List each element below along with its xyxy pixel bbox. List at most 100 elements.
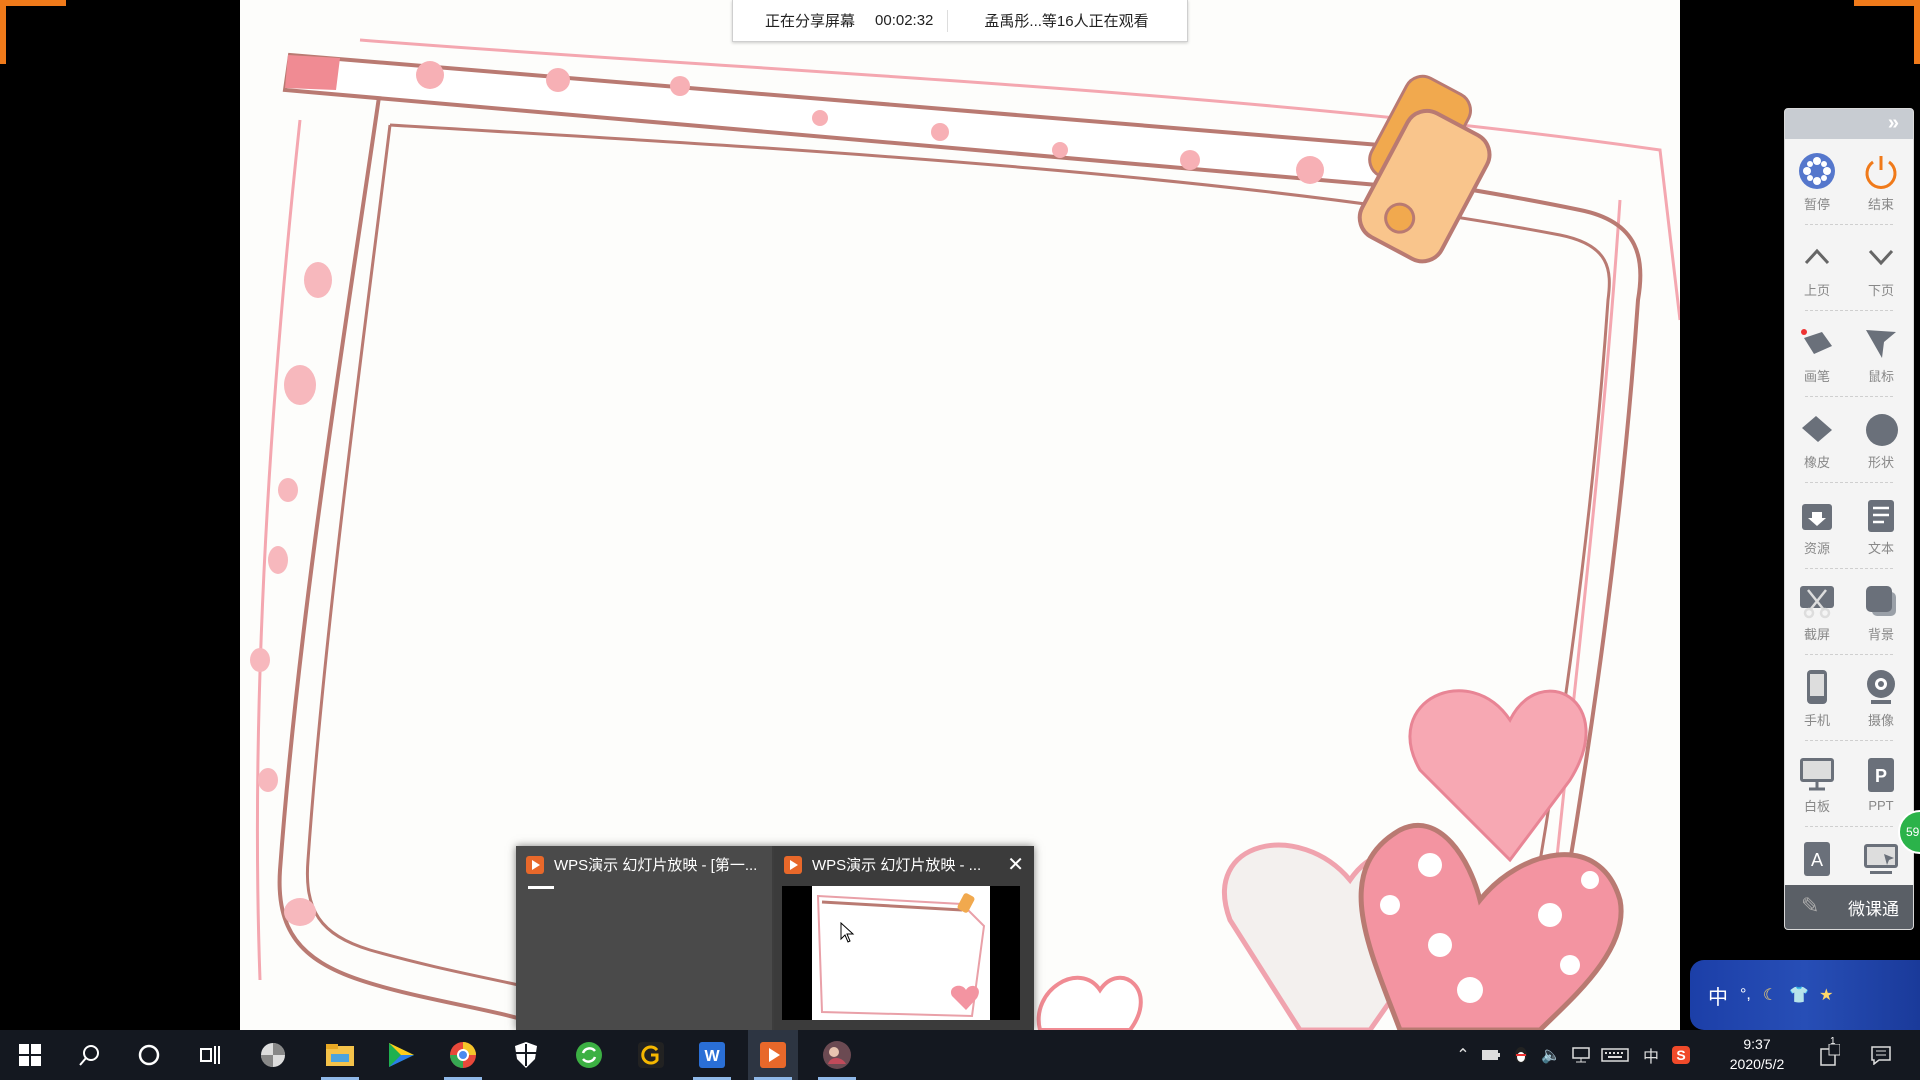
camera-button[interactable]: 摄像 [1854,668,1908,729]
volume-tray-icon[interactable]: 🔈 [1538,1030,1564,1080]
start-button[interactable] [5,1030,55,1080]
notes-count: 1 [1830,1036,1836,1047]
gaming-app-icon [638,1042,664,1068]
chevron-up-icon [1798,238,1836,276]
task-view-button[interactable] [184,1030,234,1080]
qq-tray-icon[interactable] [1508,1030,1534,1080]
taskbar-app-sync[interactable] [564,1030,614,1080]
clock-time: 9:37 [1743,1036,1771,1052]
browser-icon [450,1042,476,1068]
phone-button[interactable]: 手机 [1790,668,1844,729]
ime-toolbar[interactable]: 中 °, ☾ 👕 ★ [1690,960,1920,1030]
taskbar-app-pinwheel[interactable] [248,1030,298,1080]
network-tray-icon[interactable] [1568,1030,1594,1080]
battery-tray-icon[interactable] [1478,1030,1504,1080]
system-clock[interactable]: 9:37 2020/5/2 [1712,1034,1802,1074]
toolbar-row: 画笔 鼠标 [1785,311,1913,397]
punctuation-icon[interactable]: °, [1740,986,1751,1004]
touch-keyboard-tray-icon[interactable] [1598,1030,1632,1080]
whiteboard-icon [1798,754,1836,792]
shape-label: 形状 [1867,454,1894,470]
penguin-icon [1515,1047,1527,1063]
cortana-button[interactable] [124,1030,174,1080]
eraser-label: 橡皮 [1803,454,1830,470]
window-thumbnail[interactable] [782,886,1020,1020]
toolbar-row: 截屏 背景 [1785,569,1913,655]
background-button[interactable]: 背景 [1854,582,1908,643]
window2-title: WPS演示 幻灯片放映 - ... [812,857,982,874]
pen-brand-icon: ✎ [1801,893,1820,918]
pen-button[interactable]: 画笔 [1790,324,1844,385]
close-icon[interactable]: ✕ [1007,852,1024,877]
wps-presentation-icon [760,1042,786,1068]
taskbar-app-wps-writer[interactable]: W [687,1030,737,1080]
chevron-up-icon: ⌃ [1456,1047,1470,1064]
pen-label: 画笔 [1803,368,1830,384]
camera-icon [1862,668,1900,706]
taskbar-app-avatar[interactable] [812,1030,862,1080]
eraser-button[interactable]: 橡皮 [1790,410,1844,471]
scissors-icon [1798,582,1836,620]
svg-text:P: P [1875,766,1887,786]
taskbar-app-gaming[interactable] [626,1030,676,1080]
keyboard-icon [1601,1048,1629,1062]
next-page-label: 下页 [1867,282,1894,298]
tray-overflow-button[interactable]: ⌃ [1450,1030,1476,1080]
whiteboard-button[interactable]: 白板 [1790,754,1844,815]
resource-button[interactable]: 资源 [1790,496,1844,557]
text-button[interactable]: 文本 [1854,496,1908,557]
action-center-button[interactable] [1864,1030,1898,1080]
next-page-button[interactable]: 下页 [1854,238,1908,299]
cursor-icon [840,922,855,943]
search-button[interactable] [64,1030,114,1080]
taskbar-app-wps-presentation[interactable] [748,1030,798,1080]
whiteboard-label: 白板 [1803,798,1830,814]
mouse-button[interactable]: 鼠标 [1854,324,1908,385]
double-chevron-right-icon[interactable]: » [1888,113,1899,133]
action-center-icon [1871,1046,1891,1065]
screen-share-banner: 正在分享屏幕 00:02:32 孟禹彤...等16人正在观看 [732,0,1188,42]
camera-label: 摄像 [1867,712,1894,728]
taskbar-app-browser[interactable] [438,1030,488,1080]
wps-presentation-icon [784,855,802,874]
video-player-icon [389,1043,414,1067]
taskbar-app-security[interactable] [501,1030,551,1080]
notes-tray-icon[interactable]: 1 [1814,1030,1844,1080]
ppt-button[interactable]: P PPT [1854,756,1908,813]
resource-label: 资源 [1803,540,1830,556]
input-language-indicator[interactable]: 中 [1638,1030,1664,1080]
exam-icon: A [1798,840,1836,878]
shape-button[interactable]: 形状 [1854,410,1908,471]
screenshot-button[interactable]: 截屏 [1790,582,1844,643]
divider [947,9,949,32]
star-icon[interactable]: ★ [1819,985,1833,1005]
chevron-down-icon [1862,238,1900,276]
ime-language[interactable]: 中 [1708,981,1728,1010]
share-timer: 00:02:32 [875,12,934,29]
window-preview-1[interactable]: WPS演示 幻灯片放映 - [第一... [516,846,772,1030]
shirt-icon[interactable]: 👕 [1789,985,1809,1005]
cortana-icon [138,1044,160,1066]
moon-icon[interactable]: ☾ [1763,985,1777,1005]
search-icon [79,1045,99,1066]
pause-button[interactable]: 暂停 [1790,152,1844,213]
corner-marker-top-left [0,0,66,6]
prev-page-button[interactable]: 上页 [1790,238,1844,299]
taskbar-app-video-player[interactable] [376,1030,426,1080]
brand-footer: ✎ 微课通 [1785,885,1913,929]
toolbar-header: » [1785,109,1913,139]
taskbar-app-file-explorer[interactable] [315,1030,365,1080]
viewer-count: 孟禹彤...等16人正在观看 [984,13,1149,30]
shapes-icon [1862,410,1900,448]
sogou-tray-icon[interactable]: S [1668,1030,1694,1080]
speaker-icon: 🔈 [1541,1047,1561,1064]
end-label: 结束 [1867,196,1894,212]
window1-title: WPS演示 幻灯片放映 - [第一... [554,857,758,874]
security-shield-icon [515,1042,537,1068]
end-button[interactable]: 结束 [1854,152,1908,213]
power-icon [1862,152,1900,190]
screen: 正在分享屏幕 00:02:32 孟禹彤...等16人正在观看 » 暂停 结束 上… [0,0,1920,1080]
window-preview-2[interactable]: WPS演示 幻灯片放映 - ... ✕ [774,846,1034,1030]
desktop-icon [1862,840,1900,878]
text-icon [1862,496,1900,534]
